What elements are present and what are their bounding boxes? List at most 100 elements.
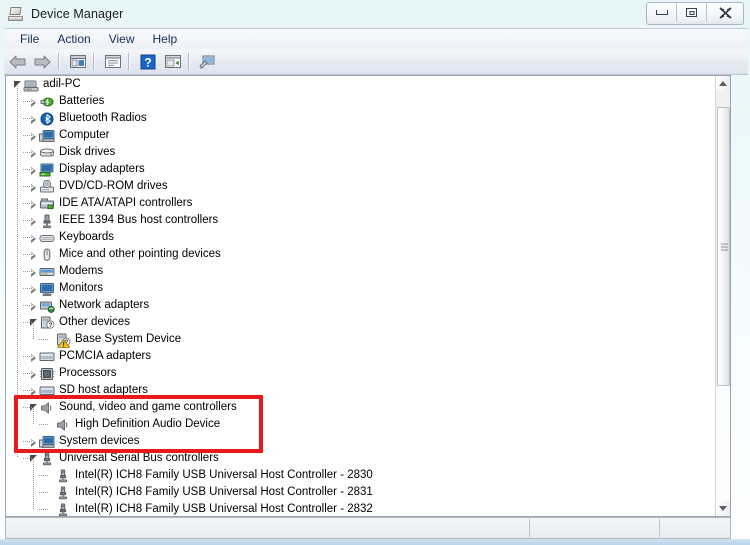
menu-help[interactable]: Help xyxy=(144,30,187,49)
tree-node-label: System devices xyxy=(59,435,140,447)
tree-node[interactable]: Mice and other pointing devices xyxy=(6,246,716,263)
vertical-scrollbar[interactable] xyxy=(715,76,730,516)
tree-node-label: Other devices xyxy=(59,316,130,328)
close-button[interactable] xyxy=(707,3,743,22)
tree-node[interactable]: Intel(R) ICH8 Family USB Universal Host … xyxy=(6,467,716,484)
tree-connector xyxy=(23,407,32,408)
tree-node[interactable]: DVD/CD-ROM drives xyxy=(6,178,716,195)
tree-node[interactable]: Batteries xyxy=(6,93,716,110)
minimize-button[interactable] xyxy=(647,3,677,22)
tree-guide-line xyxy=(33,322,34,339)
monitor-icon xyxy=(39,281,55,297)
tree-node[interactable]: Sound, video and game controllers xyxy=(6,399,716,416)
tree-connector xyxy=(23,101,32,102)
bluetooth-icon xyxy=(39,111,55,127)
svg-text:?: ? xyxy=(144,55,151,69)
right-arrow-icon xyxy=(34,55,51,68)
tree-node-label: Monitors xyxy=(59,282,104,294)
tree-node[interactable]: ? Base System Device xyxy=(6,331,716,348)
tree-connector xyxy=(23,135,32,136)
scrollbar-track[interactable] xyxy=(716,386,730,501)
tree-node[interactable]: ? Other devices xyxy=(6,314,716,331)
menu-file[interactable]: File xyxy=(11,30,48,49)
tree-node[interactable]: Processors xyxy=(6,365,716,382)
back-button[interactable] xyxy=(6,51,29,73)
show-hide-console-tree-button[interactable] xyxy=(66,51,89,73)
tree-connector xyxy=(23,322,32,323)
keyboard-icon xyxy=(39,230,55,246)
tree-node[interactable]: Computer xyxy=(6,127,716,144)
tree-node[interactable]: Intel(R) ICH8 Family USB Universal Host … xyxy=(6,501,716,516)
scrollbar-thumb[interactable] xyxy=(717,107,730,387)
tree-node-label: adil-PC xyxy=(43,78,81,90)
tree-node[interactable]: Keyboards xyxy=(6,229,716,246)
display-adapter-icon xyxy=(39,162,55,178)
status-bar xyxy=(5,517,731,539)
title-bar: Device Manager xyxy=(0,0,750,28)
help-question-icon: ? xyxy=(140,54,155,69)
tree-node-label: Intel(R) ICH8 Family USB Universal Host … xyxy=(75,469,373,481)
tree-node[interactable]: IEEE 1394 Bus host controllers xyxy=(6,212,716,229)
ide-controller-icon xyxy=(39,196,55,212)
tree-guide-line xyxy=(33,458,34,509)
tree-node-label: SD host adapters xyxy=(59,384,148,396)
menu-view[interactable]: View xyxy=(100,30,144,49)
menu-bar: File Action View Help xyxy=(4,28,748,50)
tree-node-label: IEEE 1394 Bus host controllers xyxy=(59,214,219,226)
scrollbar-grip-icon xyxy=(721,243,728,251)
tree-node[interactable]: System devices xyxy=(6,433,716,450)
sound-icon xyxy=(55,417,71,433)
other-device-icon: ? xyxy=(55,332,71,348)
tree-connector xyxy=(39,424,48,425)
tree-node[interactable]: Display adapters xyxy=(6,161,716,178)
svg-text:?: ? xyxy=(49,323,53,329)
tree-node[interactable]: Bluetooth Radios xyxy=(6,110,716,127)
status-panel-message xyxy=(6,518,530,538)
device-tree-pane: adil-PC Batteries Bluetooth Radios Computer… xyxy=(5,75,731,517)
tree-connector xyxy=(39,509,48,510)
tree-node-label: Intel(R) ICH8 Family USB Universal Host … xyxy=(75,486,373,498)
tree-node[interactable]: PCMCIA adapters xyxy=(6,348,716,365)
tree-connector xyxy=(23,356,32,357)
status-panel-secondary xyxy=(530,518,660,538)
scan-hardware-changes-button[interactable] xyxy=(161,51,184,73)
properties-button[interactable] xyxy=(101,51,124,73)
tree-guide-line xyxy=(17,84,18,458)
tree-connector xyxy=(39,475,48,476)
update-driver-button[interactable] xyxy=(196,51,219,73)
processor-icon xyxy=(39,366,55,382)
tree-node[interactable]: Network adapters xyxy=(6,297,716,314)
tree-node[interactable]: Universal Serial Bus controllers xyxy=(6,450,716,467)
toolbar: ? xyxy=(4,49,748,75)
device-tree[interactable]: adil-PC Batteries Bluetooth Radios Computer… xyxy=(6,76,716,516)
tree-node-label: Computer xyxy=(59,129,110,141)
tree-node[interactable]: Modems xyxy=(6,263,716,280)
tree-node[interactable]: High Definition Audio Device xyxy=(6,416,716,433)
maximize-button[interactable] xyxy=(677,3,707,22)
tree-node-label: Intel(R) ICH8 Family USB Universal Host … xyxy=(75,503,373,515)
toolbar-separator xyxy=(128,53,130,70)
tree-node[interactable]: IDE ATA/ATAPI controllers xyxy=(6,195,716,212)
tree-node-label: Display adapters xyxy=(59,163,145,175)
help-button[interactable]: ? xyxy=(136,51,159,73)
chevron-down-icon xyxy=(719,506,727,511)
tree-node[interactable]: Disk drives xyxy=(6,144,716,161)
toolbar-separator xyxy=(58,53,60,70)
toolbar-separator xyxy=(188,53,190,70)
tree-connector xyxy=(23,237,32,238)
usb-icon xyxy=(55,485,71,501)
computer-icon xyxy=(39,128,55,144)
tree-root-node[interactable]: adil-PC xyxy=(6,76,716,93)
scroll-down-button[interactable] xyxy=(716,501,730,516)
tree-node[interactable]: Monitors xyxy=(6,280,716,297)
menu-action[interactable]: Action xyxy=(48,30,99,49)
properties-icon xyxy=(104,55,121,68)
forward-button[interactable] xyxy=(31,51,54,73)
ieee1394-icon xyxy=(39,213,55,229)
tree-node[interactable]: Intel(R) ICH8 Family USB Universal Host … xyxy=(6,484,716,501)
tree-node[interactable]: SD host adapters xyxy=(6,382,716,399)
scroll-up-button[interactable] xyxy=(716,76,730,91)
tree-connector xyxy=(23,203,32,204)
scan-icon xyxy=(164,55,181,68)
tree-node-label: High Definition Audio Device xyxy=(75,418,221,430)
